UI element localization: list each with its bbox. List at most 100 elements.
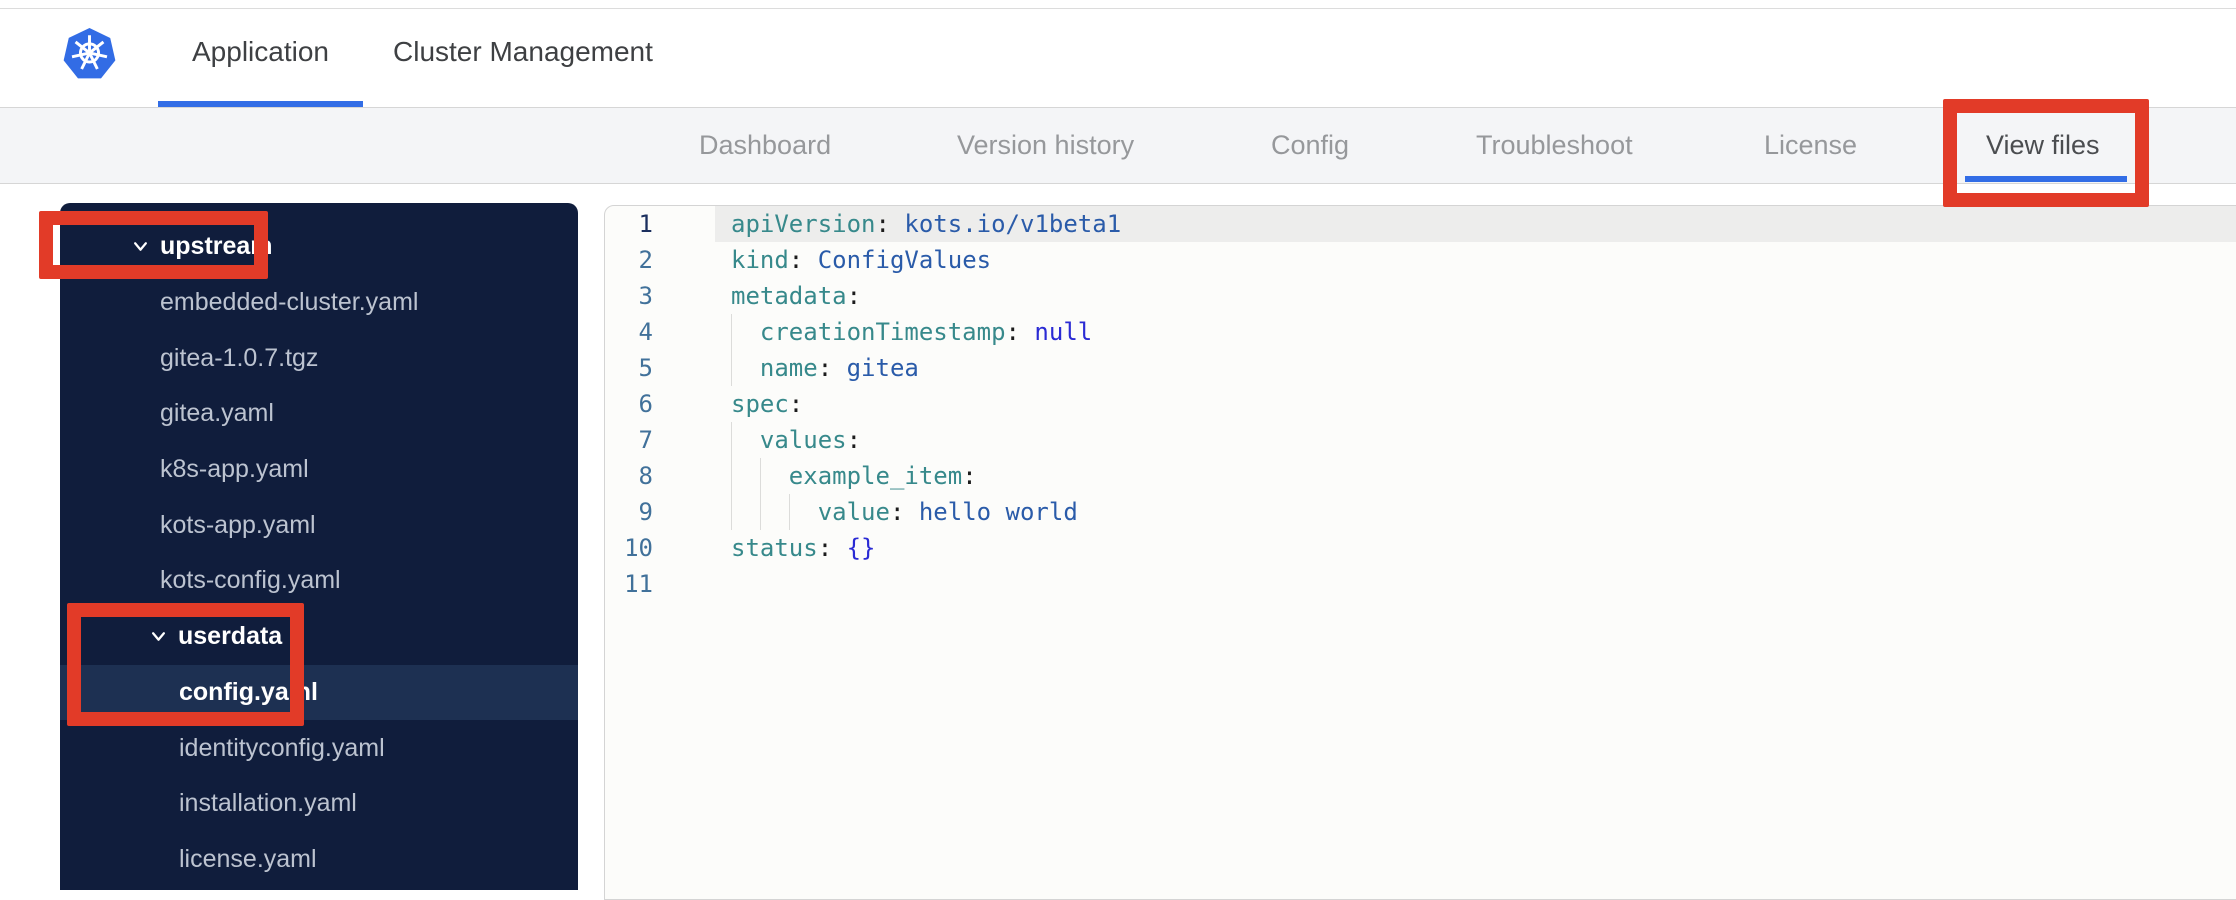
code-line-4: 4 creationTimestamp: null xyxy=(605,314,2236,350)
tree-item-config.yaml[interactable]: config.yaml xyxy=(60,664,578,721)
nav-item-dashboard[interactable]: Dashboard xyxy=(699,107,831,183)
line-content xyxy=(715,566,2236,602)
line-number: 5 xyxy=(638,354,653,382)
nav-item-view-files[interactable]: View files xyxy=(1986,107,2100,183)
token-punct: : xyxy=(817,354,833,382)
token-punct: : xyxy=(889,498,905,526)
app-header: Application Cluster Management xyxy=(0,0,2236,108)
line-number: 9 xyxy=(638,498,653,526)
tree-item-license.yaml[interactable]: license.yaml xyxy=(60,832,578,888)
chevron-down-icon[interactable] xyxy=(150,628,167,645)
indent-guide xyxy=(788,494,790,530)
code-line-9: 9 value: hello world xyxy=(605,494,2236,530)
code-line-11: 11 xyxy=(605,566,2236,602)
token-keyword: null xyxy=(1019,318,1093,346)
line-number: 8 xyxy=(638,462,653,490)
tree-item-kots-config.yaml[interactable]: kots-config.yaml xyxy=(60,553,578,609)
token-value: kots.io/v1beta1 xyxy=(889,210,1122,238)
line-content: kind: ConfigValues xyxy=(715,242,2236,278)
token-punct: : xyxy=(846,282,862,310)
line-content: apiVersion: kots.io/v1beta1 xyxy=(715,206,2236,242)
token-punct: : xyxy=(846,426,862,454)
file-label-gitea-1.0.7.tgz: gitea-1.0.7.tgz xyxy=(160,343,319,372)
indent-guide xyxy=(759,458,761,494)
tree-item-kots-app.yaml[interactable]: kots-app.yaml xyxy=(60,497,578,553)
tree-item-gitea-1.0.7.tgz[interactable]: gitea-1.0.7.tgz xyxy=(60,330,578,386)
chevron-down-icon[interactable] xyxy=(132,238,149,255)
token-key: metadata xyxy=(731,282,847,310)
folder-label-upstream: upstream xyxy=(160,232,273,261)
file-label-installation.yaml: installation.yaml xyxy=(179,789,357,818)
file-label-gitea.yaml: gitea.yaml xyxy=(160,399,274,428)
line-content: spec: xyxy=(715,386,2236,422)
code-line-6: 6 spec: xyxy=(605,386,2236,422)
code-line-1: 1 apiVersion: kots.io/v1beta1 xyxy=(605,206,2236,242)
file-label-kots-app.yaml: kots-app.yaml xyxy=(160,510,316,539)
token-key: example_item xyxy=(788,462,963,490)
tab-cluster-management[interactable]: Cluster Management xyxy=(393,0,653,107)
indent-guide xyxy=(731,422,732,458)
code-line-7: 7 values: xyxy=(605,422,2236,458)
nav-item-config[interactable]: Config xyxy=(1271,107,1349,183)
line-number: 6 xyxy=(638,390,653,418)
file-label-k8s-app.yaml: k8s-app.yaml xyxy=(160,455,309,484)
indent-guide xyxy=(731,350,732,386)
line-content: example_item: xyxy=(715,458,2236,494)
token-value: hello world xyxy=(904,498,1078,526)
token-key: values xyxy=(759,426,847,454)
tree-item-upstream[interactable]: upstream xyxy=(60,219,578,275)
token-punct: : xyxy=(962,462,977,490)
code-line-5: 5 name: gitea xyxy=(605,350,2236,386)
file-label-config.yaml: config.yaml xyxy=(179,677,318,706)
tab-application[interactable]: Application xyxy=(158,0,363,107)
tree-item-k8s-app.yaml[interactable]: k8s-app.yaml xyxy=(60,442,578,498)
indent-guide xyxy=(731,314,732,350)
file-label-embedded-cluster.yaml: embedded-cluster.yaml xyxy=(160,288,419,317)
kubernetes-logo-icon xyxy=(63,27,116,79)
line-number: 7 xyxy=(638,426,653,454)
yaml-file-viewer[interactable]: 1 apiVersion: kots.io/v1beta1 2 kind: Confi… xyxy=(604,205,2236,900)
token-key: name xyxy=(759,354,818,382)
token-punct: : xyxy=(788,390,804,418)
indent-guide xyxy=(731,458,732,494)
line-number: 3 xyxy=(638,282,653,310)
token-punct: : xyxy=(817,534,833,562)
file-tree-sidebar[interactable]: upstream embedded-cluster.yaml gitea-1.0.7… xyxy=(60,203,578,890)
token-key: value xyxy=(817,498,890,526)
line-content: metadata: xyxy=(715,278,2236,314)
token-key: creationTimestamp xyxy=(759,318,1006,346)
tree-item-gitea.yaml[interactable]: gitea.yaml xyxy=(60,386,578,442)
nav-item-version-history[interactable]: Version history xyxy=(957,107,1134,183)
token-key: spec xyxy=(731,390,789,418)
file-label-identityconfig.yaml: identityconfig.yaml xyxy=(179,733,385,762)
indent-guide xyxy=(731,494,732,530)
code-line-8: 8 example_item: xyxy=(605,458,2236,494)
line-content: values: xyxy=(715,422,2236,458)
line-number: 11 xyxy=(624,570,653,598)
tree-item-userdata[interactable]: userdata xyxy=(60,609,578,665)
line-number: 10 xyxy=(624,534,653,562)
nav-item-troubleshoot[interactable]: Troubleshoot xyxy=(1476,107,1633,183)
code-line-10: 10 status: {} xyxy=(605,530,2236,566)
token-key: kind xyxy=(731,246,789,274)
tree-item-installation.yaml[interactable]: installation.yaml xyxy=(60,776,578,832)
indent-guide xyxy=(759,494,761,530)
file-label-kots-config.yaml: kots-config.yaml xyxy=(160,566,341,595)
token-key: status xyxy=(731,534,818,562)
tree-item-identityconfig.yaml[interactable]: identityconfig.yaml xyxy=(60,720,578,776)
code-line-2: 2 kind: ConfigValues xyxy=(605,242,2236,278)
token-punct: : xyxy=(1005,318,1020,346)
line-content: status: {} xyxy=(715,530,2236,566)
token-keyword: {} xyxy=(832,534,876,562)
line-content: value: hello world xyxy=(715,494,2236,530)
token-value: ConfigValues xyxy=(803,246,992,274)
folder-label-userdata: userdata xyxy=(178,622,283,651)
nav-item-license[interactable]: License xyxy=(1764,107,1857,183)
line-number: 4 xyxy=(638,318,653,346)
token-punct: : xyxy=(875,210,890,238)
token-punct: : xyxy=(788,246,804,274)
code-line-3: 3 metadata: xyxy=(605,278,2236,314)
tree-item-embedded-cluster.yaml[interactable]: embedded-cluster.yaml xyxy=(60,275,578,331)
line-content: name: gitea xyxy=(715,350,2236,386)
token-key: apiVersion xyxy=(731,210,876,238)
